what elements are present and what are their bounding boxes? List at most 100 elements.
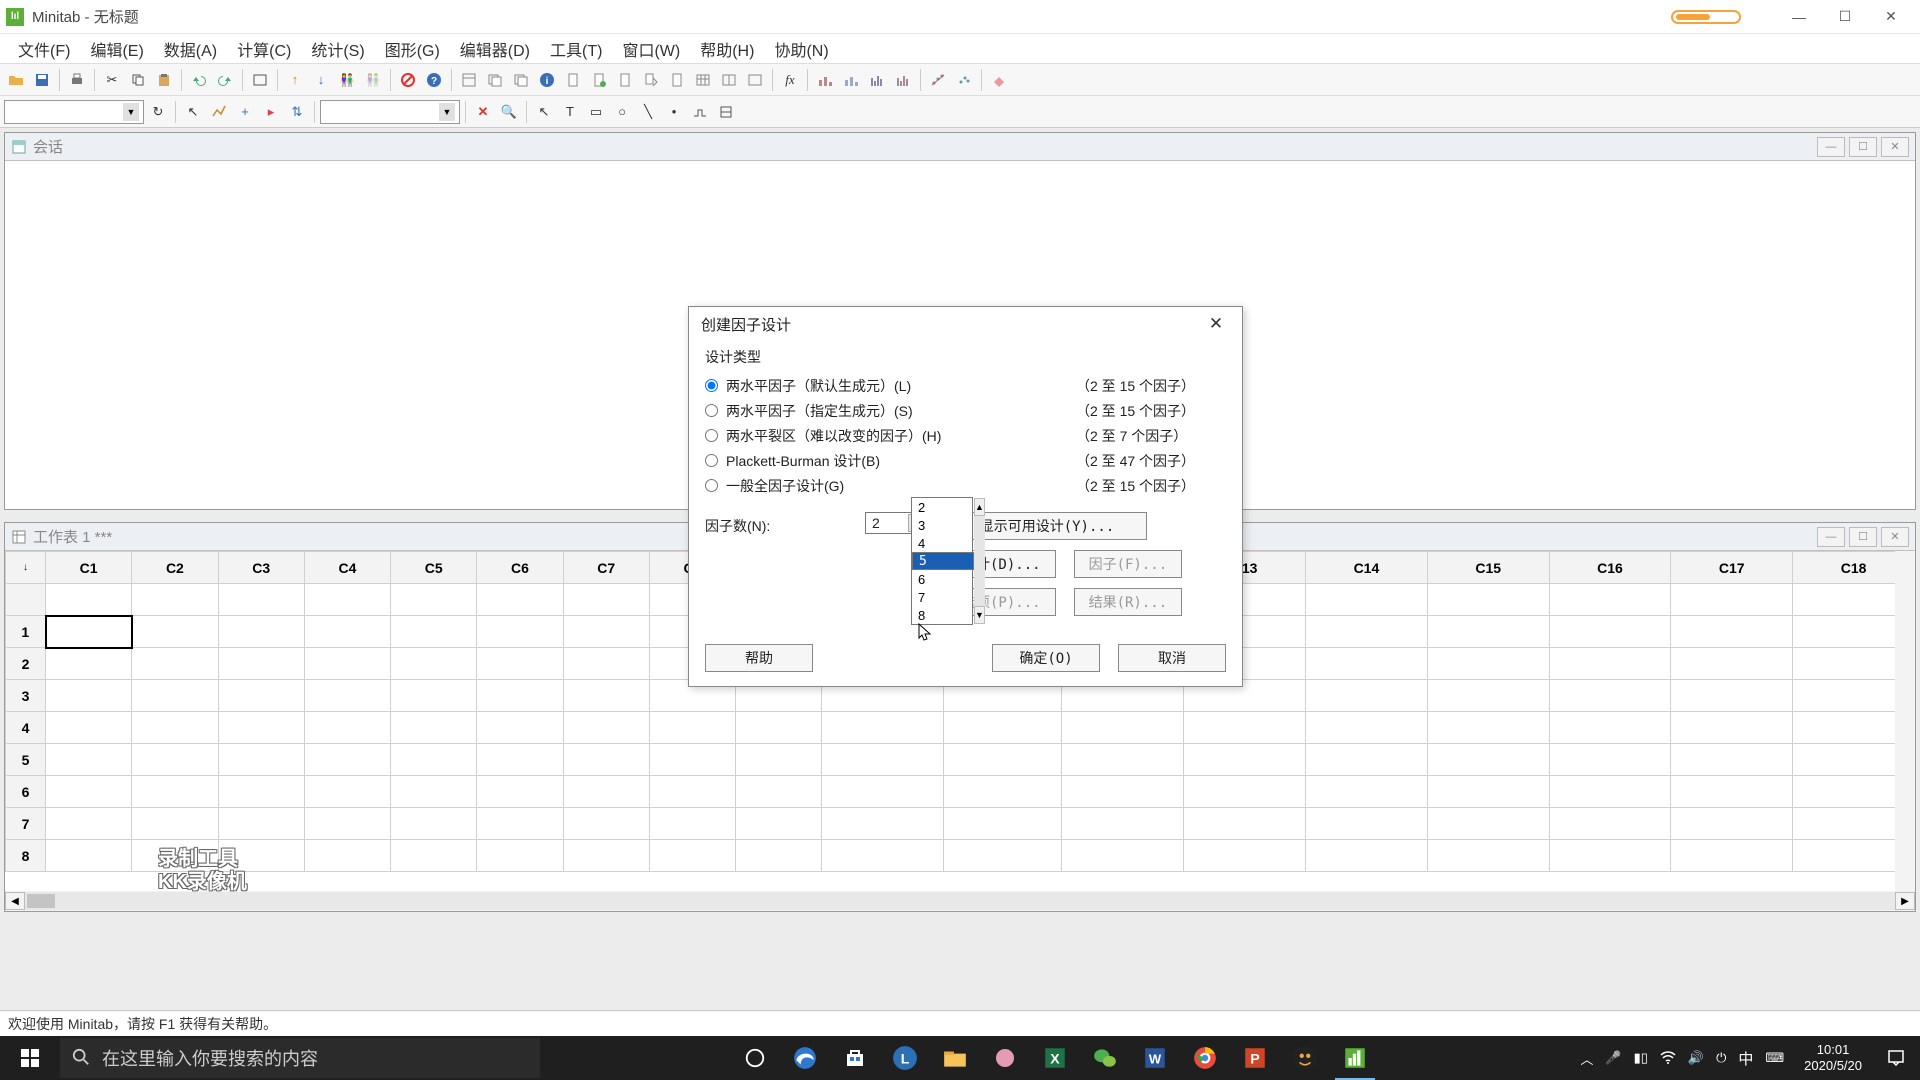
table2-icon[interactable] xyxy=(717,68,741,92)
marker-tool-icon[interactable] xyxy=(714,100,738,124)
cancel-icon[interactable] xyxy=(396,68,420,92)
col-header[interactable]: C7 xyxy=(563,552,649,584)
cell[interactable] xyxy=(477,680,563,712)
row-header[interactable]: 2 xyxy=(6,648,46,680)
new-window-icon[interactable] xyxy=(248,68,272,92)
swap-icon[interactable]: ⇅ xyxy=(285,100,309,124)
menu-edit[interactable]: 编辑(E) xyxy=(80,33,153,65)
name-cell[interactable] xyxy=(304,584,390,616)
cell[interactable] xyxy=(477,712,563,744)
row-header[interactable]: 3 xyxy=(6,680,46,712)
col-header[interactable]: C17 xyxy=(1671,552,1793,584)
chart4-icon[interactable] xyxy=(891,68,915,92)
cell[interactable] xyxy=(304,680,390,712)
cell[interactable] xyxy=(1549,840,1671,872)
row-header[interactable]: 5 xyxy=(6,744,46,776)
explorer-icon[interactable] xyxy=(931,1036,979,1080)
cell[interactable] xyxy=(477,616,563,648)
tray-safe-icon[interactable]: ⏻ xyxy=(1716,1050,1726,1066)
open-icon[interactable] xyxy=(4,68,28,92)
cell[interactable] xyxy=(1306,680,1428,712)
cell[interactable] xyxy=(1671,840,1793,872)
tray-volume-icon[interactable]: 🔊 xyxy=(1688,1050,1704,1066)
row-header[interactable]: 7 xyxy=(6,808,46,840)
cell[interactable] xyxy=(1427,840,1549,872)
dropdown-item[interactable]: 5 xyxy=(912,552,974,570)
worksheet-close[interactable]: ✕ xyxy=(1881,527,1909,547)
cell[interactable] xyxy=(563,840,649,872)
cell[interactable] xyxy=(736,808,822,840)
minitab-taskbar-icon[interactable] xyxy=(1331,1036,1379,1080)
cell[interactable] xyxy=(477,840,563,872)
name-cell[interactable] xyxy=(477,584,563,616)
col-header[interactable]: C3 xyxy=(218,552,304,584)
store-icon[interactable] xyxy=(831,1036,879,1080)
help-icon[interactable]: ? xyxy=(422,68,446,92)
arrow-down-icon[interactable]: ↓ xyxy=(309,68,333,92)
name-cell[interactable] xyxy=(391,584,477,616)
cell[interactable] xyxy=(391,744,477,776)
taskbar-search[interactable]: 在这里输入你要搜索的内容 xyxy=(60,1038,540,1078)
cell[interactable] xyxy=(132,616,218,648)
cell[interactable] xyxy=(563,712,649,744)
name-cell[interactable] xyxy=(563,584,649,616)
cell[interactable] xyxy=(304,776,390,808)
col-header[interactable]: C5 xyxy=(391,552,477,584)
cell[interactable] xyxy=(1549,712,1671,744)
text-tool-icon[interactable]: T xyxy=(558,100,582,124)
flag-icon[interactable]: ▸ xyxy=(259,100,283,124)
fx-icon[interactable]: fx xyxy=(778,68,802,92)
cell[interactable] xyxy=(477,776,563,808)
menu-editor[interactable]: 编辑器(D) xyxy=(450,33,540,65)
radio-input[interactable] xyxy=(705,479,718,492)
cell[interactable] xyxy=(1184,744,1306,776)
menu-assist[interactable]: 协助(N) xyxy=(764,33,838,65)
cell[interactable] xyxy=(1306,776,1428,808)
app-l-icon[interactable]: L xyxy=(881,1036,929,1080)
row-header[interactable]: 6 xyxy=(6,776,46,808)
cell[interactable] xyxy=(391,808,477,840)
cell[interactable] xyxy=(1671,808,1793,840)
col-header[interactable]: C1 xyxy=(46,552,132,584)
scroll-up-icon[interactable]: ▲ xyxy=(974,498,985,516)
cell[interactable] xyxy=(304,744,390,776)
chrome-icon[interactable] xyxy=(1181,1036,1229,1080)
pointer-icon[interactable]: ↖ xyxy=(181,100,205,124)
cell[interactable] xyxy=(1306,744,1428,776)
tray-wifi-icon[interactable] xyxy=(1660,1049,1676,1068)
polyline-tool-icon[interactable] xyxy=(688,100,712,124)
scatter-icon[interactable] xyxy=(926,68,950,92)
cell[interactable] xyxy=(822,744,944,776)
cell[interactable] xyxy=(1184,776,1306,808)
cell[interactable] xyxy=(1427,808,1549,840)
cell[interactable] xyxy=(1671,616,1793,648)
close-button[interactable]: ✕ xyxy=(1868,3,1914,31)
cell[interactable] xyxy=(218,616,304,648)
tray-ime-icon[interactable]: 中 xyxy=(1738,1048,1753,1069)
cell[interactable] xyxy=(218,744,304,776)
cell[interactable] xyxy=(1549,616,1671,648)
minimize-button[interactable]: — xyxy=(1776,3,1822,31)
radio-input[interactable] xyxy=(705,454,718,467)
print-icon[interactable] xyxy=(65,68,89,92)
menu-data[interactable]: 数据(A) xyxy=(154,33,227,65)
cell[interactable] xyxy=(46,648,132,680)
pointer2-icon[interactable]: ↖ xyxy=(532,100,556,124)
app-pink-icon[interactable] xyxy=(981,1036,1029,1080)
cell[interactable] xyxy=(822,808,944,840)
session-close[interactable]: ✕ xyxy=(1881,137,1909,157)
cell[interactable] xyxy=(132,680,218,712)
cell[interactable] xyxy=(944,840,1062,872)
cell[interactable] xyxy=(218,776,304,808)
cell[interactable] xyxy=(477,744,563,776)
session-maximize[interactable]: ☐ xyxy=(1849,137,1877,157)
combo-left[interactable]: ▼ xyxy=(4,100,144,124)
col-header[interactable]: C2 xyxy=(132,552,218,584)
tray-keyboard-icon[interactable]: ⌨ xyxy=(1765,1050,1784,1066)
doc-icon[interactable] xyxy=(561,68,585,92)
doc5-icon[interactable] xyxy=(665,68,689,92)
cell[interactable] xyxy=(736,840,822,872)
cell[interactable] xyxy=(1062,776,1184,808)
cell[interactable] xyxy=(1062,840,1184,872)
cell[interactable] xyxy=(304,712,390,744)
